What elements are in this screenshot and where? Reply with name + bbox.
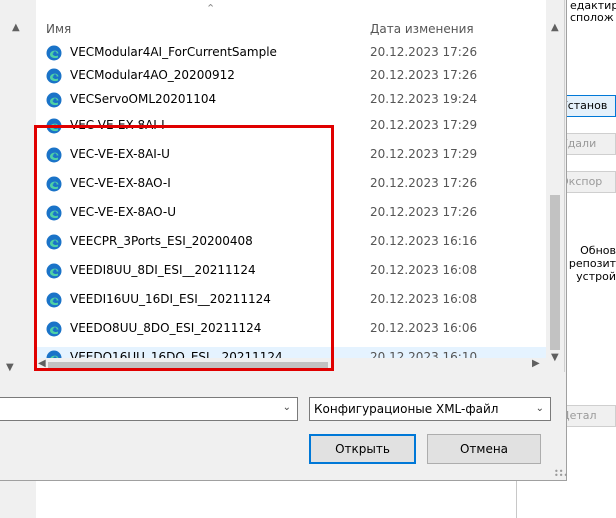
edge-file-icon [46, 68, 62, 84]
file-date: 20.12.2023 16:08 [370, 263, 478, 277]
file-name: VECModular4AI_ForCurrentSample [70, 45, 277, 59]
column-header: ⌃ Имя Дата изменения [36, 0, 546, 40]
file-row[interactable]: VECModular4AO_20200912 20.12.2023 17:26 [36, 65, 546, 87]
resize-grip-icon[interactable]: •• ••• [554, 468, 568, 480]
open-file-dialog: ▲ ▼ ⌃ Имя Дата изменения VECModular4AI_F… [0, 0, 568, 481]
chevron-down-icon[interactable]: ⌄ [283, 402, 291, 413]
file-date: 20.12.2023 17:29 [370, 118, 478, 132]
scroll-down-icon[interactable]: ▼ [551, 352, 559, 363]
file-date: 20.12.2023 19:24 [370, 92, 478, 106]
chevron-down-icon[interactable]: ⌄ [536, 398, 544, 420]
red-highlight-box [34, 125, 334, 371]
edge-file-icon [46, 45, 62, 61]
file-date: 20.12.2023 17:29 [370, 147, 478, 161]
file-date: 20.12.2023 17:26 [370, 176, 478, 190]
file-name: VECServoOML20201104 [70, 92, 217, 106]
open-button[interactable]: Открыть [309, 434, 416, 464]
file-date: 20.12.2023 16:08 [370, 292, 478, 306]
left-scroll-up-icon[interactable]: ▲ [12, 22, 20, 33]
vertical-scrollbar[interactable]: ▲ ▼ [546, 0, 564, 372]
scroll-up-icon[interactable]: ▲ [551, 22, 559, 33]
file-type-filter-value: Конфигурационые XML-файл [314, 402, 499, 416]
file-date: 20.12.2023 17:26 [370, 68, 478, 82]
file-name: VECModular4AO_20200912 [70, 68, 235, 82]
cancel-button[interactable]: Отмена [427, 434, 541, 464]
file-row[interactable]: VECModular4AI_ForCurrentSample 20.12.2023… [36, 42, 546, 64]
file-date: 20.12.2023 17:26 [370, 205, 478, 219]
column-date-header[interactable]: Дата изменения [370, 22, 474, 36]
scroll-right-icon[interactable]: ▶ [532, 358, 540, 369]
sort-ascending-icon: ⌃ [206, 2, 216, 15]
file-row[interactable]: VECServoOML20201104 20.12.2023 19:24 [36, 89, 546, 111]
file-date: 20.12.2023 16:16 [370, 234, 478, 248]
filename-input[interactable]: ⌄ [0, 397, 298, 421]
edge-file-icon [46, 92, 62, 108]
file-type-filter[interactable]: Конфигурационые XML-файл ⌄ [309, 397, 551, 421]
vertical-scroll-thumb[interactable] [550, 195, 560, 350]
file-date: 20.12.2023 16:06 [370, 321, 478, 335]
file-date: 20.12.2023 17:26 [370, 45, 478, 59]
background-header-text: едактир сполож [570, 0, 616, 24]
left-scroll-down-icon[interactable]: ▼ [6, 362, 14, 373]
column-name-header[interactable]: Имя [46, 22, 71, 36]
